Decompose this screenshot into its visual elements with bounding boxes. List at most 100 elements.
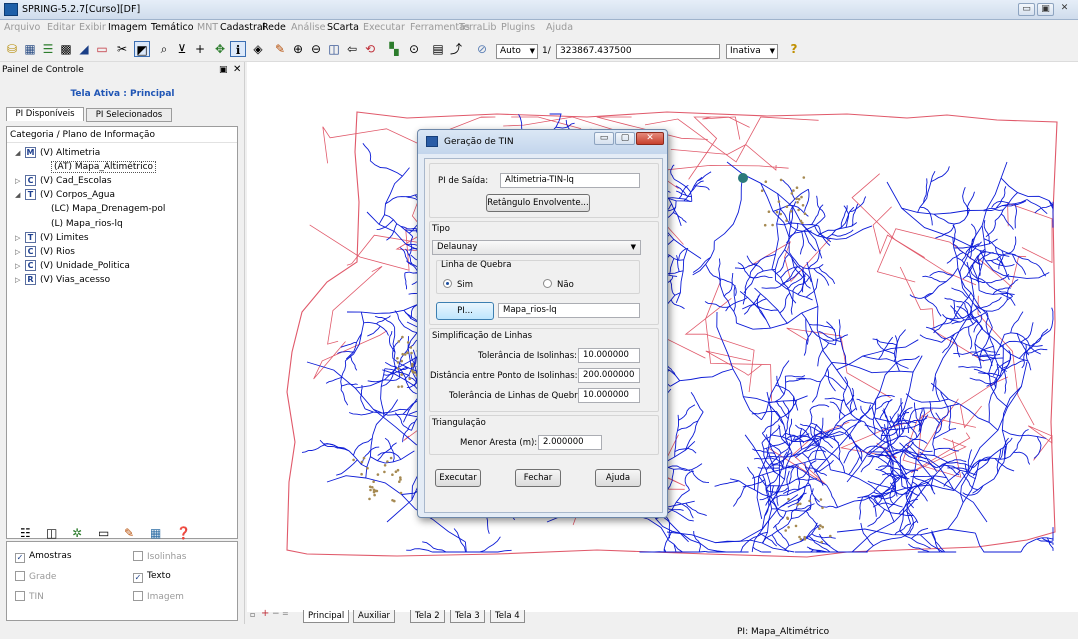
menu-item-arquivo[interactable]: Arquivo [4,22,40,33]
menu-item-imagem[interactable]: Imagem [108,22,147,33]
float-icon[interactable]: ▣ [219,65,228,75]
menu-item-terralib[interactable]: TerraLib [459,22,496,33]
tree-item[interactable]: (L) Mapa_rios-lq [51,218,123,231]
link-icon[interactable]: ⊘ [474,41,490,57]
screen-tab-tela-4[interactable]: Tela 4 [490,610,525,623]
menu-item-cadastral[interactable]: Cadastral [220,22,265,33]
palette-icon[interactable]: ▚ [386,41,402,57]
expander-icon[interactable]: ▷ [15,260,25,273]
info-icon[interactable]: ℹ [230,41,246,57]
equal-tab-icon[interactable]: = [282,609,289,618]
remove-tab-icon[interactable]: − [272,609,280,619]
ajuda-button[interactable]: Ajuda [595,469,641,487]
menor-aresta-input[interactable]: 2.000000 [538,435,602,450]
xy-icon[interactable]: ⤴ [448,41,464,57]
tab-pi-selecionados[interactable]: PI Selecionados [86,108,172,122]
pi-button[interactable]: PI... [436,302,494,320]
grid-icon[interactable]: ▩ [58,41,74,57]
tools-icon[interactable]: ✲ [72,526,82,540]
minimize-icon[interactable]: ▭ [1018,3,1035,16]
search-icon[interactable]: ⌕ [156,41,172,57]
zoom-out-icon[interactable]: ⊖ [308,41,324,57]
tab-nav-icon[interactable]: ▫ [250,610,255,619]
close-icon[interactable]: ✕ [1056,3,1073,16]
pan-icon[interactable]: ✥ [212,41,228,57]
expander-icon[interactable]: ◢ [15,189,25,202]
menu-item-executar[interactable]: Executar [363,22,405,33]
pencil-icon[interactable]: ✎ [272,41,288,57]
fechar-button[interactable]: Fechar [515,469,561,487]
help-panel-icon[interactable]: ❓ [176,526,191,540]
query-icon[interactable]: ⊙ [406,41,422,57]
zoom-in-icon[interactable]: ⊕ [290,41,306,57]
menu-item-exibir[interactable]: Exibir [79,22,106,33]
tree-item[interactable]: (LC) Mapa_Drenagem-pol [51,203,165,216]
menu-item-rede[interactable]: Rede [262,22,286,33]
table-icon[interactable]: ▤ [430,41,446,57]
tree-item[interactable]: ◢ T (V) Corpos_Agua [15,189,115,202]
menu-item-editar[interactable]: Editar [47,22,75,33]
tree-item[interactable]: ▷ C (V) Cad_Escolas [15,175,112,188]
refresh-icon[interactable]: ⟲ [362,41,378,57]
project-icon[interactable]: ▦ [22,41,38,57]
expander-icon[interactable]: ▷ [15,246,25,259]
layers-icon[interactable]: ☰ [40,41,56,57]
tree-item[interactable]: ◢ M (V) Altimetria [15,147,100,160]
help-icon[interactable]: ? [786,41,802,57]
edit-icon[interactable]: ✎ [124,526,134,540]
pi-saida-input[interactable]: Altimetria-TIN-lq [500,173,640,188]
tipo-select[interactable]: Delaunay ▼ [432,240,641,255]
tree-item[interactable]: ▷ C (V) Unidade_Politica [15,259,130,273]
menu-item-an-lise[interactable]: Análise [291,22,325,33]
restore-icon[interactable]: ▣ [1037,3,1054,16]
screen-tab-tela-3[interactable]: Tela 3 [450,610,485,623]
list-icon[interactable]: ☷ [20,526,31,540]
executar-button[interactable]: Executar [435,469,481,487]
tree-item[interactable]: ▷ R (V) Vias_acesso [15,273,110,287]
properties-icon[interactable]: ▭ [98,526,109,540]
menu-item-scarta[interactable]: SCarta [327,22,359,33]
expander-icon[interactable]: ▷ [15,274,25,287]
plus-icon[interactable]: + [192,41,208,57]
expander-icon[interactable]: ▷ [15,175,25,188]
checkbox-grade[interactable]: Grade [15,571,56,583]
close-panel-icon[interactable]: ✕ [233,64,241,75]
scissors-icon[interactable]: ✂ [114,41,130,57]
database-icon[interactable]: ⛁ [4,41,20,57]
screen-tab-principal[interactable]: Principal [303,610,350,623]
retangulo-envolvente-button[interactable]: Retângulo Envolvente... [486,194,590,212]
tol-isolinhas-input[interactable]: 10.000000 [578,348,640,363]
tab-pi-disponiveis[interactable]: PI Disponíveis [6,107,84,121]
tin-icon[interactable]: ◩ [134,41,150,57]
tree-item[interactable]: (AT) Mapa_Altimétrico [51,161,157,174]
select-icon[interactable]: ◈ [250,41,266,57]
dist-pontos-input[interactable]: 200.000000 [578,368,640,383]
cursor-icon[interactable]: ⊻ [174,41,190,57]
table-view-icon[interactable]: ▦ [150,526,161,540]
draw-icon[interactable]: ◢ [76,41,92,57]
tol-quebra-input[interactable]: 10.000000 [578,388,640,403]
tree-item[interactable]: ▷ T (V) Limites [15,231,89,245]
zoom-area-icon[interactable]: ◫ [326,41,342,57]
menu-item-plugins[interactable]: Plugins [501,22,535,33]
menu-item-mnt[interactable]: MNT [197,22,218,33]
expander-icon[interactable]: ▷ [15,232,25,245]
screen-tab-auxiliar[interactable]: Auxiliar [353,610,396,623]
pi-input[interactable]: Mapa_rios-lq [498,303,640,318]
screen-icon[interactable]: ▭ [94,41,110,57]
screen-tab-tela-2[interactable]: Tela 2 [410,610,445,623]
dialog-maximize-icon[interactable]: ▢ [615,132,635,145]
menu-item-tem-tico[interactable]: Temático [151,22,194,33]
menu-item-ajuda[interactable]: Ajuda [546,22,573,33]
add-tab-icon[interactable]: + [261,608,269,619]
radio-nao[interactable]: Não [543,279,574,290]
view-icon[interactable]: ◫ [46,526,57,540]
checkbox-isolinhas[interactable]: Isolinhas [133,551,186,563]
dialog-minimize-icon[interactable]: ▭ [594,132,614,145]
status-select[interactable]: Inativa ▼ [726,44,778,59]
mode-select[interactable]: Auto ▼ [496,44,538,59]
checkbox-amostras[interactable]: ✓ Amostras [15,551,72,563]
tree-item[interactable]: ▷ C (V) Rios [15,245,75,259]
scale-input[interactable]: 323867.437500 [556,44,720,59]
checkbox-imagem[interactable]: Imagem [133,591,184,603]
